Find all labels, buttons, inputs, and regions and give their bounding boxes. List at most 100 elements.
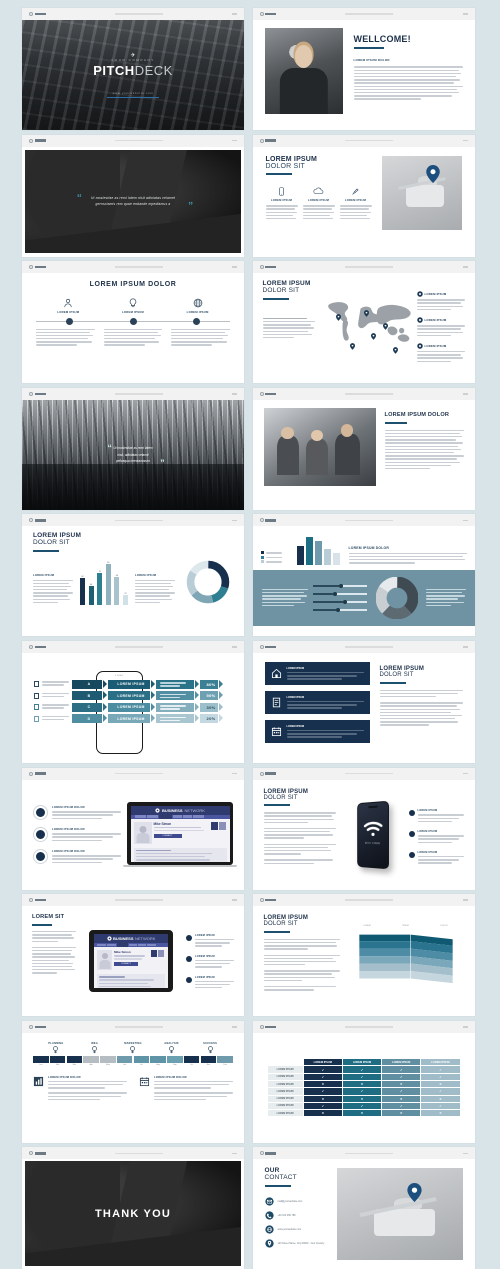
slide-roadmap[interactable]: PLANNING IDEA MARKETING ANALYSIS SUCCESS… (22, 1020, 244, 1143)
timeline-item[interactable]: LOREM IPSUM (36, 298, 100, 314)
slide-drone[interactable]: LOREM IPSUM DOLOR SIT LOREM IPSUM LOREM … (252, 134, 475, 257)
info-card[interactable]: LOREM IPSUM (264, 719, 370, 743)
slide-timeline-three[interactable]: LOREM IPSUM DOLOR LOREM IPSUM LOREM IPSU… (22, 261, 244, 384)
bullet-item[interactable]: LOREM IPSUM (408, 851, 464, 864)
bullet-item[interactable]: LOREM IPSUM (408, 809, 464, 823)
row-label: LOREM IPSUM (267, 1073, 303, 1080)
card-label: LOREM IPSUM (286, 667, 305, 671)
header-logo (259, 644, 276, 649)
contact-item[interactable]: mail@yourwebsite.com (264, 1197, 327, 1206)
slide-comparison-table[interactable]: LOREM IPSUM LOREM IPSUM LOREM IPSUM LORE… (252, 1020, 475, 1143)
document-icon (272, 697, 280, 708)
page-title: THANK YOU (95, 1207, 171, 1220)
slide-body: LOREM IPSUM LOREM IPSUM LOREM IPSUM LORE… (253, 1033, 475, 1143)
map-pin-icon[interactable] (393, 347, 399, 354)
bullet-item[interactable]: LOREM IPSUM (408, 830, 464, 843)
milestone-icon (92, 1046, 97, 1053)
percent-row[interactable]: B LOREM IPSUM 50% (34, 691, 232, 701)
note-item[interactable]: LOREM IPSUM DOLOR (33, 1076, 127, 1102)
cover-title-light: DECK (134, 62, 173, 78)
percent-row[interactable]: C LOREM IPSUM 30% (34, 702, 232, 712)
cell-check: ✓ (303, 1066, 342, 1073)
header-logo (259, 771, 276, 776)
slide-cover[interactable]: ✈ YOUR COMPANY PITCHDECK www.yourwebsite… (22, 8, 244, 130)
connect-button[interactable]: CONNECT (114, 961, 138, 966)
timeline-item[interactable]: LOREM IPSUM (166, 298, 230, 314)
row-label: LOREM IPSUM (267, 1095, 303, 1102)
table-row[interactable]: LOREM IPSUM ✕ ✕ ✕ ✕ (267, 1110, 460, 1117)
connect-button[interactable]: CONNECT (153, 834, 182, 839)
slide-charts[interactable]: LOREM IPSUM DOLOR SIT LOREM IPSUM 62 44 … (22, 514, 244, 637)
slide-quote[interactable]: “ Ut moslestiae as remi latem nisit adlo… (22, 134, 244, 257)
bullet-item[interactable]: LOREM IPSUM DOLOR (33, 849, 121, 865)
note-title: LOREM IPSUM DOLOR (48, 1075, 81, 1079)
map-pin-icon[interactable] (336, 314, 342, 321)
feature-item[interactable]: LOREM IPSUM (302, 187, 335, 221)
slide-tablet[interactable]: LOREM SIT BUSINESS NETWORK Mike Simon CO… (22, 894, 244, 1017)
slide-team[interactable]: LOREM IPSUM DOLOR (252, 387, 475, 510)
header-right-placeholder (462, 13, 468, 15)
feature-item[interactable]: LOREM IPSUM (265, 187, 298, 221)
open-quote-icon: “ (107, 443, 112, 454)
map-pin-icon[interactable] (363, 310, 369, 318)
slide-laptop[interactable]: LOREM IPSUM DOLOR LOREM IPSUM DOLOR LORE… (22, 767, 244, 890)
contact-item[interactable]: 123 Street Name, City 00000 - Your Count… (264, 1239, 327, 1248)
header-center-placeholder (114, 899, 163, 901)
slide-phone-percent[interactable]: LOGO A LOREM IPSUM 80% B LOREM IPSUM 50% (22, 640, 244, 763)
timeline-item[interactable]: LOREM IPSUM (101, 298, 165, 314)
slide-dark-cards[interactable]: LOREM IPSUM LOREM IPSUM LOREM IPSUM LORE… (252, 640, 475, 763)
bullet-item[interactable]: LOREM IPSUM (186, 976, 234, 989)
phone-mockup: WIFI FREE (356, 800, 389, 869)
slide-area-chart[interactable]: LOREM IPSUM DOLOR SIT LOREM IPSUM DOLOR (252, 894, 475, 1017)
bullet-item[interactable]: LOREM IPSUM DOLOR (33, 827, 121, 843)
table-row[interactable]: LOREM IPSUM ✓ ✓ ✓ ✓ (267, 1102, 460, 1110)
slide-infographic[interactable]: LOREM IPSUM DOLOR (252, 514, 475, 637)
contact-item[interactable]: +00 123 456 789 (264, 1211, 327, 1220)
percent-row[interactable]: A LOREM IPSUM 80% (34, 679, 232, 689)
timeline-text (103, 328, 163, 348)
body-text (379, 689, 463, 726)
slide-contact[interactable]: OUR CONTACT mail@yourwebsite.com +00 123… (252, 1147, 475, 1269)
row-label: LOREM IPSUM (267, 1110, 303, 1117)
map-pin-icon[interactable] (349, 343, 355, 351)
note-item[interactable]: LOREM IPSUM DOLOR (139, 1076, 233, 1102)
panel-text (425, 588, 466, 608)
contact-item[interactable]: www.yourwebsite.com (264, 1225, 327, 1234)
header-logo (29, 265, 46, 270)
slide-phone-wifi[interactable]: LOREM IPSUM DOLOR SIT WIFI FREE LOREM IP… (252, 767, 475, 890)
map-bullet[interactable]: LOREM IPSUM (416, 343, 465, 363)
table-row[interactable]: LOREM IPSUM ✓ ✓ ✓ ✓ (267, 1066, 460, 1073)
slide-welcome[interactable]: WELLCOME! LOREM IPSUM DOLOR (252, 8, 475, 130)
table-row[interactable]: LOREM IPSUM ✓ ✓ ✓ ✓ (267, 1073, 460, 1080)
percent-row[interactable]: D LOREM IPSUM 20% (34, 714, 232, 724)
slide-city-quote[interactable]: “ Ut moslestiae as remi latem nisit, adl… (22, 387, 244, 510)
slide-world-map[interactable]: LOREM IPSUM DOLOR SIT LOREM IPSUM LOREM … (252, 261, 475, 384)
wifi-icon (363, 820, 382, 836)
cell-cross: ✕ (342, 1080, 382, 1088)
cell-cross: ✕ (342, 1095, 382, 1102)
bullet-item[interactable]: LOREM IPSUM (186, 955, 234, 968)
info-card[interactable]: LOREM IPSUM (264, 690, 370, 714)
header-logo (29, 391, 46, 396)
calendar-icon (271, 727, 281, 737)
cell-check: ✓ (303, 1088, 342, 1095)
row-label: LOREM IPSUM (108, 702, 155, 712)
slider-group[interactable] (312, 584, 369, 613)
bullet-item[interactable]: LOREM IPSUM DOLOR (33, 805, 121, 821)
comparison-table[interactable]: LOREM IPSUM LOREM IPSUM LOREM IPSUM LORE… (267, 1058, 461, 1117)
map-pin-icon[interactable] (371, 333, 377, 340)
map-bullet[interactable]: LOREM IPSUM (416, 291, 465, 311)
info-card[interactable]: LOREM IPSUM (264, 661, 370, 685)
gantt-bars[interactable] (33, 1055, 233, 1063)
table-row[interactable]: LOREM IPSUM ✕ ✕ ✕ ✕ (267, 1095, 460, 1102)
row-desc (156, 702, 199, 712)
table-row[interactable]: LOREM IPSUM ✓ ✓ ✓ ✓ (267, 1088, 460, 1095)
slide-thankyou[interactable]: THANK YOU (22, 1147, 244, 1269)
feature-item[interactable]: LOREM IPSUM (339, 187, 372, 221)
bullet-item[interactable]: LOREM IPSUM (186, 934, 234, 947)
map-bullet[interactable]: LOREM IPSUM (416, 317, 465, 337)
table-row[interactable]: LOREM IPSUM ✕ ✕ ✕ ✕ (267, 1080, 460, 1088)
gear-pin-icon (416, 343, 423, 349)
cell-check: ✓ (382, 1102, 421, 1110)
map-pin-icon[interactable] (382, 322, 388, 330)
